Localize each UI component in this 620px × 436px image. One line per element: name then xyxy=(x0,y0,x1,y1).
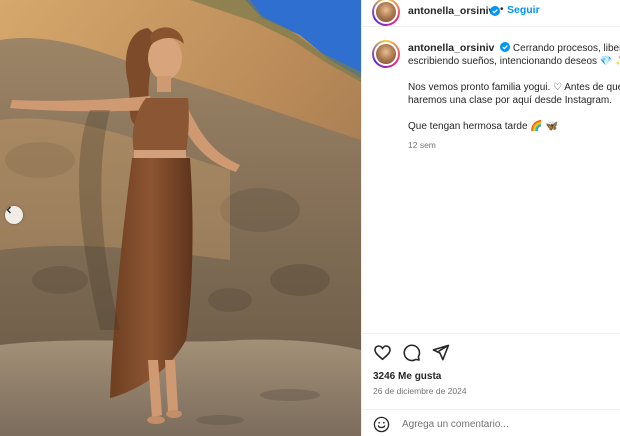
caption-text-line: Que tengan hermosa tarde 🌈 🦋 xyxy=(408,121,558,132)
post-actions: 3246 Me gusta 26 de diciembre de 2024 xyxy=(362,333,620,396)
post-details-pane: antonella_orsiniv • Seguir antonella_ors… xyxy=(361,0,620,436)
share-button[interactable] xyxy=(431,343,450,362)
smiley-icon xyxy=(373,416,390,433)
caption-text-line: escribiendo sueños, intencionando deseos… xyxy=(408,56,620,67)
verified-badge-icon xyxy=(490,6,500,16)
likes-count[interactable]: 3246 Me gusta xyxy=(373,371,441,382)
photo-illustration xyxy=(0,0,361,436)
caption-username[interactable]: antonella_orsiniv xyxy=(408,42,494,54)
action-icons xyxy=(373,343,450,362)
caption-avatar[interactable] xyxy=(372,40,400,68)
carousel-prev-button[interactable] xyxy=(5,206,23,224)
verified-badge-icon xyxy=(500,42,511,52)
post-header: antonella_orsiniv • Seguir xyxy=(362,0,620,27)
emoji-button[interactable] xyxy=(373,416,390,433)
avatar[interactable] xyxy=(372,0,400,26)
follow-button[interactable]: Seguir xyxy=(507,4,540,16)
post-photo xyxy=(0,0,361,436)
comment-input[interactable] xyxy=(402,417,602,431)
comment-bar xyxy=(362,409,620,436)
caption-text-line: Nos vemos pronto familia yogui. ♡ Antes … xyxy=(408,82,620,93)
caption-text-line: haremos una clase por aquí desde Instagr… xyxy=(408,95,613,106)
caption-line-1: antonella_orsiniv Cerrando procesos, lib… xyxy=(408,42,620,55)
like-button[interactable] xyxy=(373,343,392,362)
caption-text: antonella_orsiniv Cerrando procesos, lib… xyxy=(408,42,620,152)
chevron-left-icon xyxy=(6,206,11,214)
comment-button[interactable] xyxy=(402,343,421,362)
username-link[interactable]: antonella_orsiniv xyxy=(408,5,494,17)
post-time-ago[interactable]: 12 sem xyxy=(408,139,620,152)
post-date: 26 de diciembre de 2024 xyxy=(373,386,467,396)
caption-text-line: Cerrando procesos, liberando xyxy=(512,43,620,54)
paper-plane-icon xyxy=(432,344,450,361)
separator-dot: • xyxy=(500,4,504,15)
comment-bubble-icon xyxy=(403,344,421,362)
heart-icon xyxy=(374,345,391,361)
